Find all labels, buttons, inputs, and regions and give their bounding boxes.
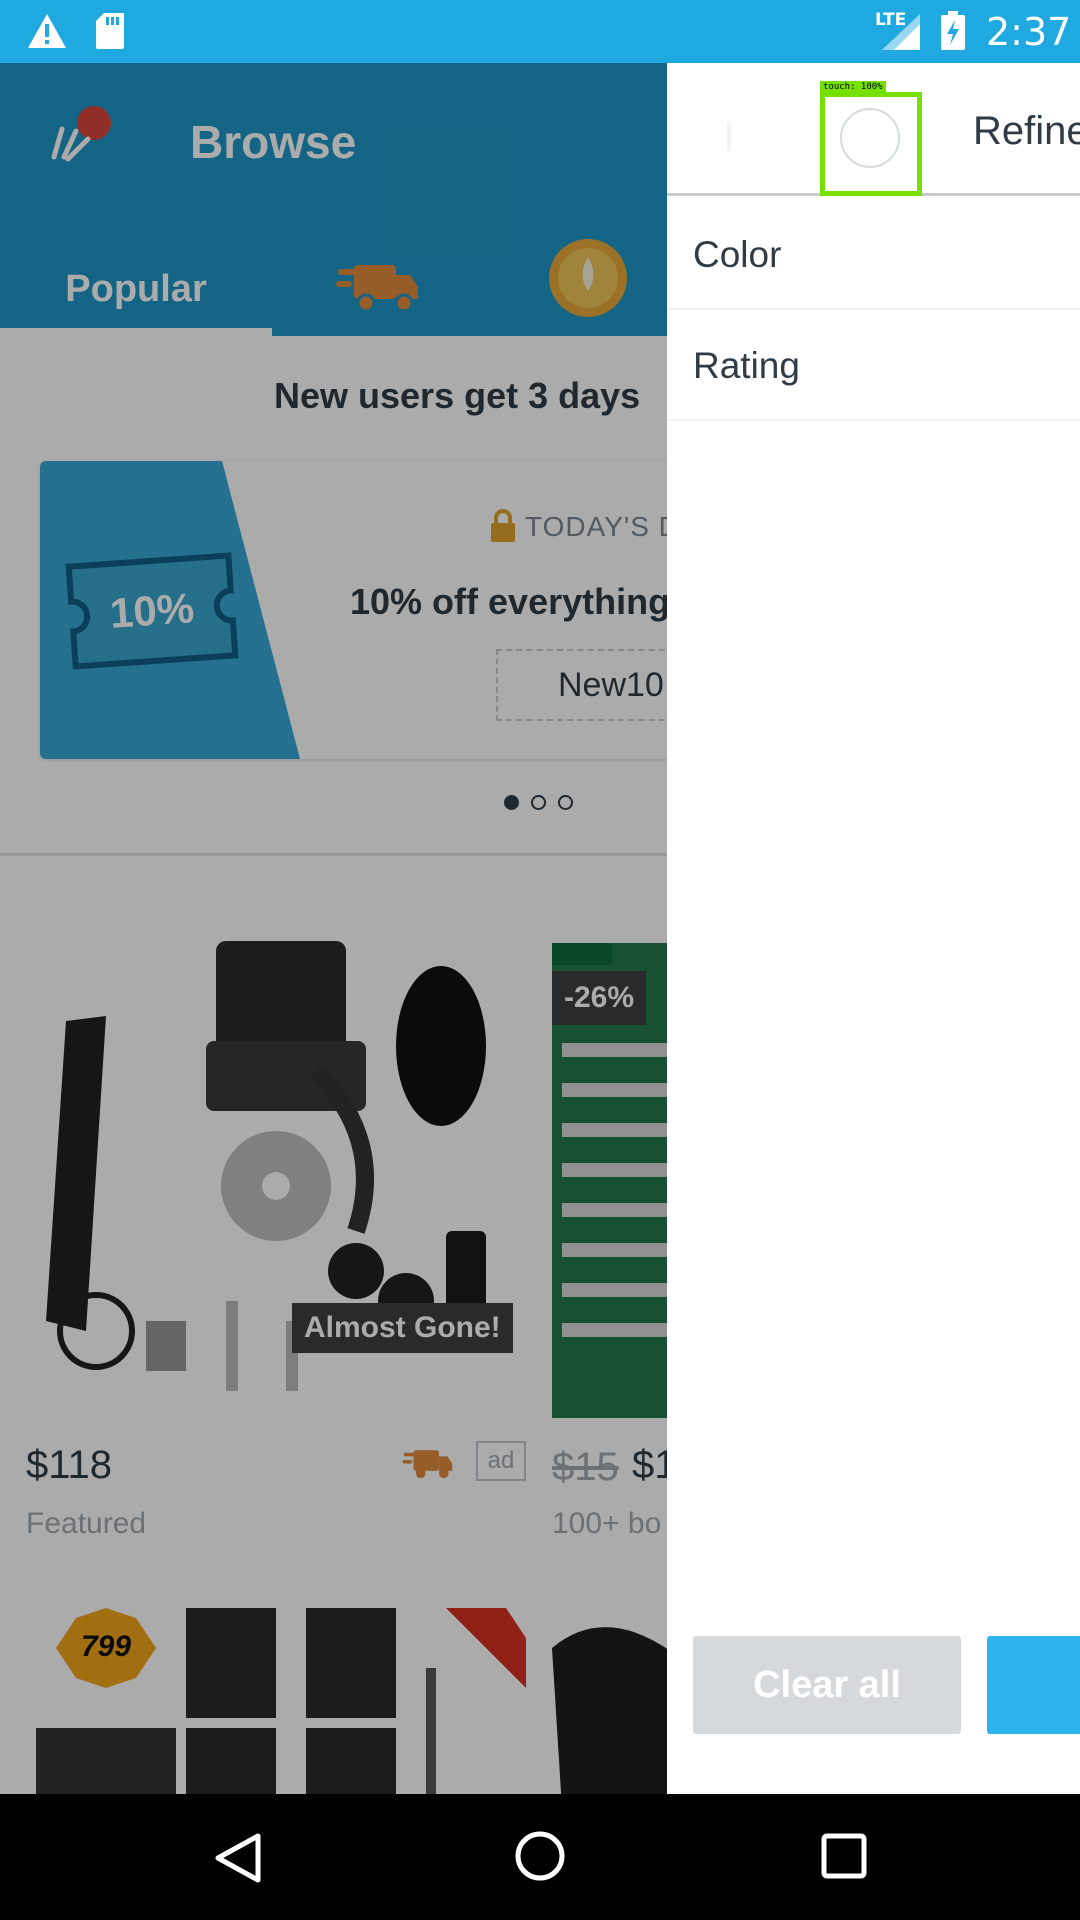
drawer-handle — [727, 123, 731, 151]
filter-rating[interactable]: Rating — [667, 310, 1080, 421]
refine-drawer: Refine Color Rating Clear all — [667, 63, 1080, 1794]
clock: 2:37 — [986, 10, 1072, 54]
back-icon[interactable] — [214, 1832, 262, 1884]
signal-icon — [882, 14, 920, 50]
clear-all-button[interactable]: Clear all — [693, 1636, 961, 1734]
sd-card-icon — [96, 13, 124, 49]
status-bar: LTE 2:37 — [0, 0, 1080, 63]
touch-indicator — [820, 92, 922, 196]
recent-apps-icon[interactable] — [820, 1832, 868, 1880]
warning-icon — [28, 14, 66, 48]
apply-button[interactable] — [987, 1636, 1080, 1734]
home-icon[interactable] — [514, 1830, 566, 1882]
navigation-bar — [0, 1794, 1080, 1920]
filter-color[interactable]: Color — [667, 199, 1080, 310]
drawer-title: Refine — [973, 109, 1080, 153]
battery-charging-icon — [941, 11, 965, 50]
